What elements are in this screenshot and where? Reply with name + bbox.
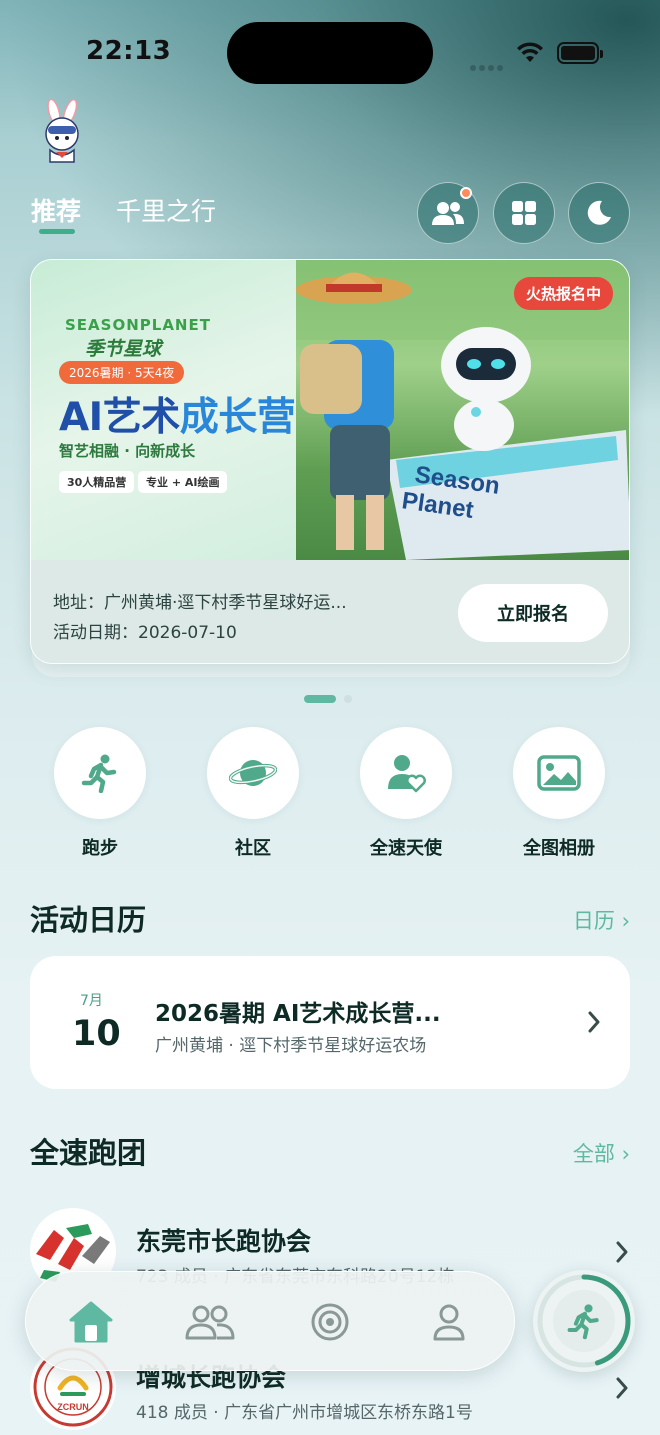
target-icon — [311, 1303, 349, 1341]
hot-badge: 火热报名中 — [513, 277, 613, 310]
pager-dot — [344, 694, 352, 703]
calendar-link[interactable]: 日历 › — [573, 905, 630, 935]
grid-button[interactable] — [493, 182, 555, 244]
app-logo — [30, 98, 96, 170]
bottom-tab-bar — [25, 1271, 515, 1371]
running-icon — [81, 754, 117, 793]
wifi-icon — [517, 42, 543, 62]
quick-action-label: 全图相册 — [523, 838, 595, 859]
event-title: 2026暑期 AI艺术成长营... — [155, 1001, 441, 1027]
quick-action-label: 全速天使 — [370, 838, 442, 859]
banner-address: 地址：广州黄埔·逕下村季节星球好运... — [53, 593, 347, 613]
event-day: 10 — [72, 1014, 121, 1054]
quick-action-label: 社区 — [235, 838, 271, 859]
quick-action-album[interactable]: 全图相册 — [513, 727, 605, 860]
tab-journey[interactable]: 千里之行 — [116, 192, 216, 228]
calendar-section-title: 活动日历 — [30, 903, 147, 937]
active-tab-indicator — [39, 229, 75, 234]
person-icon — [433, 1304, 465, 1341]
banner-brand-cn: 季节星球 — [85, 338, 162, 360]
person-heart-icon — [388, 755, 426, 793]
home-icon — [69, 1301, 113, 1343]
banner-chip-course: 专业 + AI绘画 — [138, 471, 228, 493]
banner-image: Season Planet SEASONPLANET 季节星球 2026暑期 ·… — [31, 260, 629, 560]
clubs-all-link[interactable]: 全部 › — [573, 1138, 630, 1168]
tab-recommend[interactable]: 推荐 — [31, 192, 81, 228]
dark-mode-button[interactable] — [568, 182, 630, 244]
dynamic-island — [227, 22, 433, 84]
banner-subline: 智艺相融 · 向新成长 — [59, 442, 196, 460]
quick-action-running[interactable]: 跑步 — [54, 727, 146, 860]
tab-home[interactable] — [65, 1296, 117, 1348]
signal-icon — [470, 56, 506, 75]
photo-icon — [537, 755, 581, 791]
people-icon — [185, 1305, 235, 1340]
svg-text:ZCRUN: ZCRUN — [57, 1402, 89, 1412]
banner-date: 活动日期：2026-07-10 — [53, 623, 237, 643]
running-icon — [567, 1304, 599, 1340]
quick-action-community[interactable]: 社区 — [207, 727, 299, 860]
tab-community[interactable] — [184, 1296, 236, 1348]
clubs-section-title: 全速跑团 — [30, 1136, 147, 1170]
event-month: 7月 — [80, 993, 103, 1009]
promo-banner[interactable]: Season Planet SEASONPLANET 季节星球 2026暑期 ·… — [30, 259, 630, 664]
grid-icon — [512, 201, 536, 225]
planet-icon — [229, 760, 277, 786]
status-bar: 22:13 — [0, 0, 660, 100]
event-location: 广州黄埔 · 逕下村季节星球好运农场 — [155, 1036, 427, 1056]
banner-brand-en: SEASONPLANET — [65, 316, 211, 334]
club-name: 东莞市长跑协会 — [136, 1227, 312, 1256]
quick-action-angel[interactable]: 全速天使 — [360, 727, 452, 860]
banner-chip-capacity: 30人精品营 — [59, 471, 135, 493]
group-icon — [432, 202, 464, 225]
quick-action-label: 跑步 — [82, 838, 118, 859]
signup-button[interactable]: 立即报名 — [458, 584, 608, 642]
club-meta: 418 成员 · 广东省广州市增城区东桥东路1号 — [136, 1403, 473, 1423]
status-time: 22:13 — [86, 36, 172, 66]
start-run-button[interactable] — [533, 1270, 635, 1372]
group-button[interactable] — [417, 182, 479, 244]
moon-icon — [587, 200, 611, 225]
chevron-right-icon — [616, 1377, 628, 1399]
chevron-right-icon — [616, 1241, 628, 1263]
banner-pager — [304, 688, 352, 707]
notification-badge — [460, 187, 472, 199]
tab-target[interactable] — [304, 1296, 356, 1348]
event-card[interactable]: 7月 10 2026暑期 AI艺术成长营... 广州黄埔 · 逕下村季节星球好运… — [30, 956, 630, 1089]
banner-headline: AI艺术成长营 — [59, 395, 296, 440]
chevron-right-icon — [588, 1011, 600, 1033]
banner-tag: 2026暑期 · 5天4夜 — [59, 361, 185, 384]
tab-profile[interactable] — [423, 1296, 475, 1348]
banner-info: 地址：广州黄埔·逕下村季节星球好运... 活动日期：2026-07-10 立即报… — [31, 560, 629, 663]
battery-icon — [557, 42, 603, 64]
pager-dot-active — [304, 694, 336, 703]
